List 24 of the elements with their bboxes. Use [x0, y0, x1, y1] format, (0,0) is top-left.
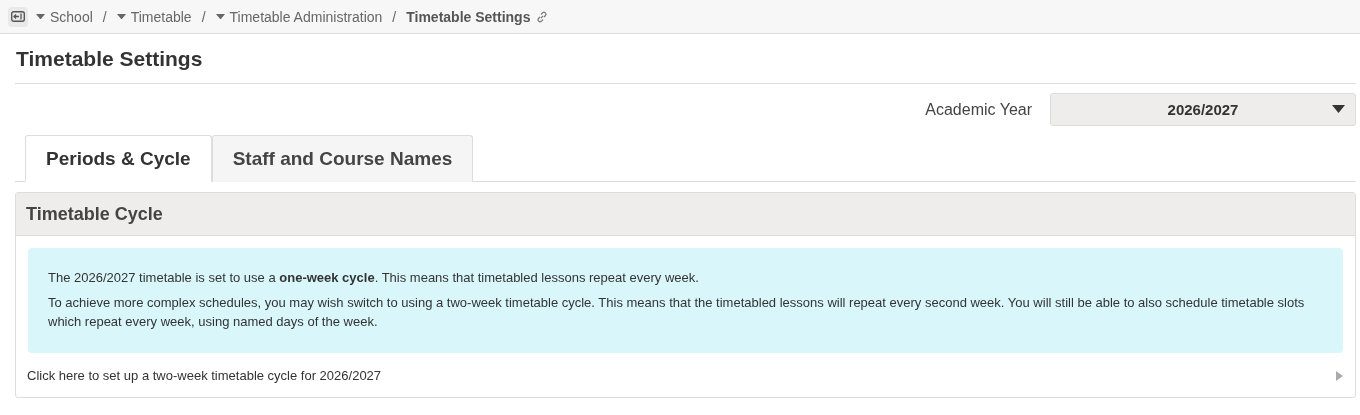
tab[interactable]: Periods & Cycle: [25, 135, 212, 182]
breadcrumb-link[interactable]: School: [36, 8, 93, 25]
sidebar-toggle-button[interactable]: [8, 6, 28, 27]
link-text[interactable]: Click here to set up a two-week timetable cycle for 2026/2027: [27, 368, 382, 383]
breadcrumb-separator: /: [392, 8, 397, 25]
caret-icon: [1332, 105, 1345, 113]
setup-link[interactable]: Click here to set up a two-week timetable cycle for 2026/2027: [16, 353, 1355, 397]
link-icon[interactable]: [536, 10, 549, 23]
breadcrumb-separator: /: [201, 8, 206, 25]
caret-icon: [116, 13, 126, 20]
breadcrumb-current: Timetable Settings: [406, 8, 531, 25]
caret-icon: [36, 13, 45, 20]
breadcrumb-link[interactable]: Timetable: [116, 8, 192, 25]
breadcrumb-link[interactable]: Timetable Administration: [215, 8, 383, 25]
info-text: The 2026/2027 timetable is set to use a one-week cycle. This means that timetabled lessons repeat every week.: [48, 269, 700, 287]
chevron-icon: [1336, 370, 1343, 381]
year-select[interactable]: 2026/2027: [1050, 93, 1356, 126]
tab[interactable]: Staff and Course Names: [211, 135, 474, 182]
breadcrumb-separator: /: [102, 8, 107, 25]
panel-title: Timetable Cycle: [16, 193, 1355, 236]
caret-icon: [215, 13, 225, 20]
field-label: Academic Year: [925, 100, 1032, 119]
info-text: To achieve more complex schedules, you may wish switch to using a two-week timetable cycle. This means that the timetabled lessons will repeat every second week. You will still be able to also schedule timetable slots which repeat every week, using named days of the week.: [48, 294, 1306, 331]
page-title: Timetable Settings: [15, 34, 1356, 84]
